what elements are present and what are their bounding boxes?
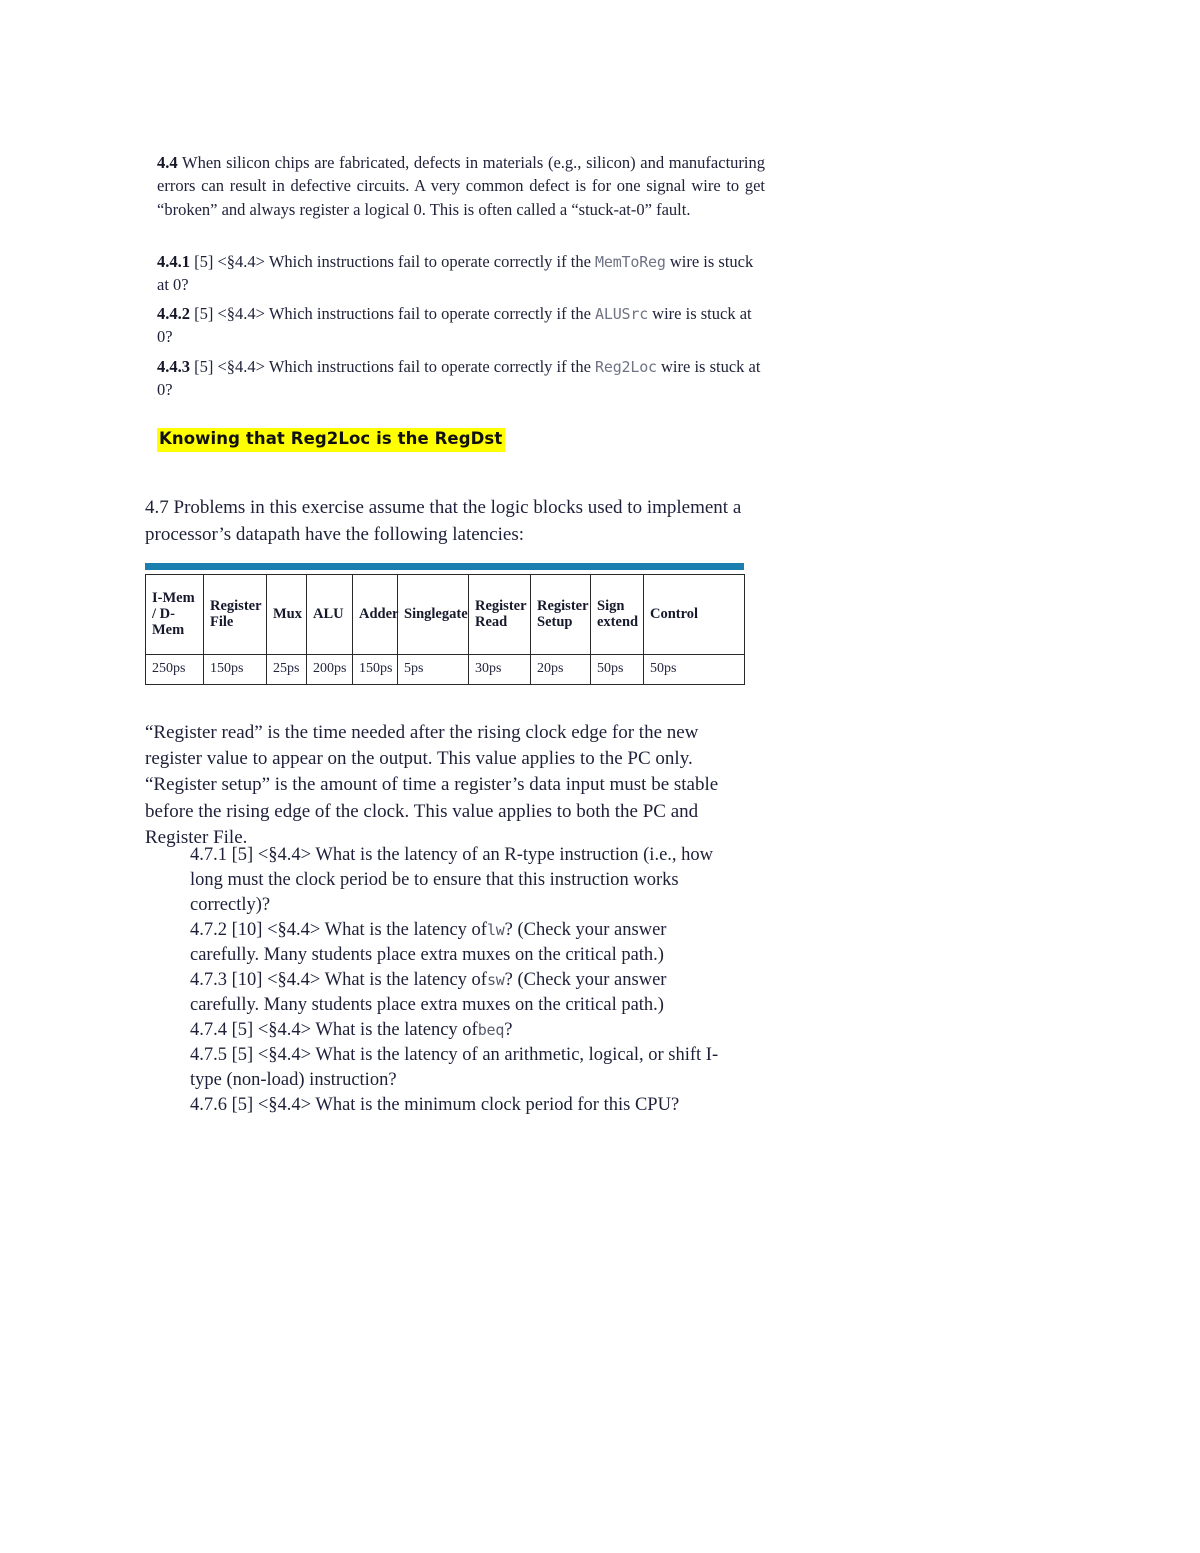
subquestion-4-7-6-points: [5] xyxy=(231,1094,254,1115)
subquestion-4-4-1-ref: <§4.4> xyxy=(217,252,266,271)
table-row: 250ps 150ps 25ps 200ps 150ps 5ps 30ps 20… xyxy=(145,654,745,685)
latency-table: I-Mem / D-Mem Register File Mux ALU Adde… xyxy=(145,574,745,685)
subquestion-4-7-4-points: [5] xyxy=(231,1019,254,1040)
subquestion-4-7-5-number: 4.7.5 xyxy=(190,1044,227,1065)
exercise-4-4-number: 4.4 xyxy=(157,153,178,172)
table-header-cell: Control xyxy=(643,574,745,655)
subquestion-4-7-6: 4.7.6 [5] <§4.4> What is the minimum clo… xyxy=(190,1093,722,1118)
subquestion-4-4-3-number: 4.4.3 xyxy=(157,357,190,376)
subquestion-4-7-3-points: [10] xyxy=(231,969,263,990)
subquestion-4-7-4-number: 4.7.4 xyxy=(190,1019,227,1040)
table-header-cell: Register Read xyxy=(468,574,531,655)
table-value-cell: 50ps xyxy=(643,654,745,685)
subquestion-4-7-6-ref: <§4.4> xyxy=(257,1094,312,1115)
table-header-cell: Adder xyxy=(352,574,398,655)
table-header-cell: Register Setup xyxy=(530,574,591,655)
subquestion-4-7-6-number: 4.7.6 xyxy=(190,1094,227,1115)
subquestion-4-7-3-ref: <§4.4> xyxy=(267,969,321,990)
subquestion-4-7-2-code: lw xyxy=(486,920,505,939)
subquestion-4-4-1: 4.4.1 [5] <§4.4> Which instructions fail… xyxy=(157,250,769,297)
subquestion-4-7-1: 4.7.1 [5] <§4.4> What is the latency of … xyxy=(190,843,722,918)
register-read-paragraph: “Register read” is the time needed after… xyxy=(145,722,719,848)
table-value-cell: 150ps xyxy=(203,654,267,685)
subquestion-4-7-1-ref: <§4.4> xyxy=(257,845,312,865)
subquestion-4-4-3: 4.4.3 [5] <§4.4> Which instructions fail… xyxy=(157,355,771,402)
table-header-cell: Mux xyxy=(266,574,307,655)
subquestion-4-4-3-code: Reg2Loc xyxy=(595,358,657,376)
table-value-cell: 200ps xyxy=(306,654,353,685)
subquestion-4-7-5-ref: <§4.4> xyxy=(257,1044,312,1065)
subquestion-4-7-2-ref: <§4.4> xyxy=(267,919,321,940)
subquestion-4-4-2-text-before: Which instructions fail to operate corre… xyxy=(268,304,591,323)
table-value-cell: 150ps xyxy=(352,654,398,685)
subquestion-4-7-4-ref: <§4.4> xyxy=(257,1019,312,1040)
subquestion-4-7-3-text-before: What is the latency of xyxy=(324,969,487,990)
subquestion-4-4-2: 4.4.2 [5] <§4.4> Which instructions fail… xyxy=(157,302,771,349)
subquestion-4-4-2-points: [5] xyxy=(194,304,214,323)
subquestion-4-7-3-number: 4.7.3 xyxy=(190,969,227,990)
exercise-4-4-body: When silicon chips are fabricated, defec… xyxy=(157,153,765,219)
subquestion-4-7-3: 4.7.3 [10] <§4.4> What is the latency of… xyxy=(190,968,722,1018)
subquestion-4-7-4-text-before: What is the latency of xyxy=(315,1019,478,1040)
subquestion-4-4-3-ref: <§4.4> xyxy=(217,357,266,376)
subquestion-4-4-3-points: [5] xyxy=(194,357,214,376)
subquestion-4-7-5: 4.7.5 [5] <§4.4> What is the latency of … xyxy=(190,1043,722,1093)
table-header-cell: Register File xyxy=(203,574,267,655)
subquestion-4-7-2-points: [10] xyxy=(231,919,263,940)
subquestion-4-4-2-number: 4.4.2 xyxy=(157,304,190,323)
subquestion-4-7-2-number: 4.7.2 xyxy=(190,919,227,940)
table-header-cell: Sign extend xyxy=(590,574,644,655)
table-value-cell: 50ps xyxy=(590,654,644,685)
exercise-4-7-intro: 4.7 Problems in this exercise assume tha… xyxy=(145,497,742,545)
subquestion-4-7-4-code: beq xyxy=(477,1020,505,1039)
subquestion-4-7-1-points: [5] xyxy=(231,845,254,865)
table-value-cell: 20ps xyxy=(530,654,591,685)
highlighted-annotation: Knowing that Reg2Loc is the RegDst xyxy=(157,428,506,452)
subquestion-4-7-3-code: sw xyxy=(486,970,505,989)
subquestion-4-4-1-code: MemToReg xyxy=(595,253,666,271)
subquestion-4-7-1-number: 4.7.1 xyxy=(190,845,227,865)
exercise-4-4-paragraph: 4.4 When silicon chips are fabricated, d… xyxy=(157,151,765,221)
table-header-cell: ALU xyxy=(306,574,353,655)
table-header-cell: Singlegate xyxy=(397,574,469,655)
subquestion-4-7-4-text-after: ? xyxy=(504,1019,513,1040)
table-value-cell: 5ps xyxy=(397,654,469,685)
document-page: 4.4 When silicon chips are fabricated, d… xyxy=(0,0,1200,1553)
table-value-cell: 250ps xyxy=(145,654,204,685)
subquestion-4-7-2: 4.7.2 [10] <§4.4> What is the latency of… xyxy=(190,918,722,968)
subquestion-4-7-4: 4.7.4 [5] <§4.4> What is the latency ofb… xyxy=(190,1018,722,1043)
subquestion-4-4-1-text-before: Which instructions fail to operate corre… xyxy=(268,252,591,271)
subquestion-4-7-2-text-before: What is the latency of xyxy=(324,919,487,940)
subquestion-list-4-7: 4.7.1 [5] <§4.4> What is the latency of … xyxy=(190,843,722,1118)
table-header-cell: I-Mem / D-Mem xyxy=(145,574,204,655)
latency-table-container: I-Mem / D-Mem Register File Mux ALU Adde… xyxy=(145,563,745,685)
table-value-cell: 25ps xyxy=(266,654,307,685)
table-accent-bar xyxy=(145,563,744,570)
subquestion-4-4-2-code: ALUSrc xyxy=(595,305,649,323)
subquestion-4-4-1-points: [5] xyxy=(194,252,214,271)
table-value-cell: 30ps xyxy=(468,654,531,685)
subquestion-4-4-3-text-before: Which instructions fail to operate corre… xyxy=(268,357,591,376)
table-header-row: I-Mem / D-Mem Register File Mux ALU Adde… xyxy=(145,574,745,655)
subquestion-4-4-2-ref: <§4.4> xyxy=(217,304,266,323)
subquestion-4-7-6-text-before: What is the minimum clock period for thi… xyxy=(315,1094,680,1115)
subquestion-4-4-1-number: 4.4.1 xyxy=(157,252,190,271)
subquestion-4-7-5-points: [5] xyxy=(231,1044,254,1065)
